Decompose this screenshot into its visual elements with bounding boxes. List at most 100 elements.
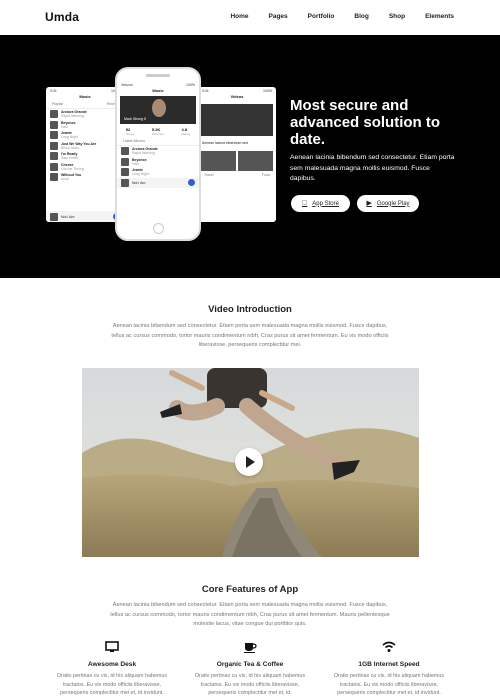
phone-screen-left: 9:41 100% Music Playlist Recent Arctura … <box>46 87 124 222</box>
features-section-title: Core Features of App <box>201 584 299 595</box>
brand-logo[interactable]: Umda <box>45 10 79 24</box>
album-thumbnail <box>50 141 58 150</box>
song-artist: Long Night <box>132 172 149 177</box>
list-item: Without You Avicii <box>46 172 124 183</box>
artist-name: Mark Strong II <box>124 117 146 121</box>
hero-description: Aenean lacinia bibendum sed consectetur.… <box>290 154 455 182</box>
song-artist: Avicii <box>61 177 70 182</box>
status-battery: 100% <box>186 83 195 87</box>
status-battery: 100% <box>263 89 272 93</box>
album-thumbnail <box>50 162 58 171</box>
video-caption: Aenean lacinia bibendum sed <box>202 141 248 146</box>
play-icon <box>245 456 255 468</box>
status-bar: 9:41 100% <box>46 87 124 94</box>
feature-text: Oratio pertinax cu vix, id his aliquam h… <box>333 673 445 696</box>
play-icon <box>188 179 195 187</box>
nav-item-portfolio[interactable]: Portfolio <box>308 13 335 20</box>
app-store-label: App Store <box>309 200 339 207</box>
phone-mockup-center: Verizon 100% Music Mark Strong II 52 Song… <box>115 67 201 241</box>
list-item: Cheese Out the Timing <box>46 162 124 173</box>
screen-title: Music <box>152 88 164 93</box>
desktop-icon <box>52 641 172 655</box>
app-store-button[interactable]:  App Store <box>291 195 350 212</box>
tag-food: Food <box>262 172 270 177</box>
feature-text: Oratio pertinax cu vix, id his aliquam h… <box>56 673 168 696</box>
google-play-button[interactable]: ▶ Google Play <box>357 195 419 212</box>
album-thumbnail <box>50 110 58 119</box>
site-header: Umda Home Pages Portfolio Blog Shop Elem… <box>0 0 500 35</box>
list-item: Jeanie Long Night <box>117 167 199 178</box>
screen-tabs: Playlist Recent <box>46 102 124 109</box>
video-grid <box>201 150 273 171</box>
nav-item-elements[interactable]: Elements <box>425 13 454 20</box>
list-item: Arctura Grande Rapid listening <box>117 146 199 157</box>
song-artist: Halo <box>61 124 69 129</box>
list-item: I'm Ready Sam Smith <box>46 151 124 162</box>
list-item: Beyonce Halo <box>46 120 124 131</box>
list-item: Arctura Grande Rapid listening <box>46 109 124 120</box>
song-artist: Rapid listening <box>132 151 155 156</box>
apple-icon:  <box>302 200 307 207</box>
now-playing-title: Not I Am <box>61 214 75 219</box>
screen-title: Music <box>79 94 91 99</box>
song-artist: Bruno Mars <box>61 145 80 150</box>
list-item: Beyonce Halo <box>117 157 199 168</box>
feature-awesome-desk: Awesome Desk Oratio pertinax cu vix, id … <box>52 641 172 698</box>
video-section-title: Video Introduction <box>208 304 292 315</box>
phone-home-button <box>153 223 164 234</box>
song-artist: Out the Timing <box>61 166 84 171</box>
feature-text: Oratio pertinax cu vix, id his aliquam h… <box>194 673 306 696</box>
video-thumbnail <box>201 150 236 171</box>
video-tags: Travel Food <box>198 173 276 180</box>
song-artist: Rapid listening <box>61 114 84 119</box>
hero-title: Most secure and advanced solution to dat… <box>290 97 441 148</box>
nav-item-home[interactable]: Home <box>230 13 248 20</box>
status-bar: Verizon 100% <box>117 81 199 88</box>
play-button[interactable] <box>235 448 263 476</box>
tab-playlist: Playlist <box>52 102 64 106</box>
song-artist: Long Night <box>61 135 78 140</box>
nav-item-shop[interactable]: Shop <box>389 13 405 20</box>
stat-songs: 52 Songs <box>125 127 135 136</box>
feature-title: Organic Tea & Coffee <box>216 661 284 668</box>
album-thumbnail <box>50 173 58 182</box>
wifi-icon <box>329 641 449 655</box>
status-time: 9:41 <box>50 89 57 93</box>
tag-travel: Travel <box>204 172 214 177</box>
status-time: 9:41 <box>202 89 209 93</box>
screen-title: Videos <box>230 94 244 99</box>
feature-title: 1GB Internet Speed <box>358 661 420 668</box>
list-label: Latest Albums <box>117 139 199 146</box>
phone-speaker <box>146 74 170 77</box>
video-thumbnail <box>201 104 273 136</box>
stat-rating: 4.8 Rating <box>181 127 191 136</box>
list-item: Just We Way You Are Bruno Mars <box>46 141 124 152</box>
artist-cover: Mark Strong II <box>120 96 196 124</box>
video-section-text: Aenean lacinia bibendum sed consectetur.… <box>111 323 389 348</box>
coffee-cup-icon <box>190 641 310 655</box>
google-play-icon: ▶ <box>366 200 372 207</box>
hero-section: 9:41 100% Music Playlist Recent Arctura … <box>0 35 500 278</box>
album-thumbnail <box>50 120 58 129</box>
album-thumbnail <box>121 157 129 166</box>
artist-avatar <box>152 99 166 117</box>
video-thumbnail <box>238 150 273 171</box>
mini-player: Not I Am <box>117 177 199 188</box>
nav-item-blog[interactable]: Blog <box>354 13 368 20</box>
song-artist: Sam Smith <box>61 156 79 161</box>
album-thumbnail <box>121 147 129 156</box>
list-item: Jeanie Long Night <box>46 130 124 141</box>
google-play-label: Google Play <box>376 200 410 207</box>
status-carrier: Verizon <box>121 83 133 87</box>
feature-title: Awesome Desk <box>87 661 137 668</box>
album-thumbnail <box>121 178 129 187</box>
nav-item-pages[interactable]: Pages <box>269 13 288 20</box>
mini-player: Not I Am <box>46 211 124 222</box>
feature-organic-tea-coffee: Organic Tea & Coffee Oratio pertinax cu … <box>190 641 310 698</box>
feature-internet-speed: 1GB Internet Speed Oratio pertinax cu vi… <box>329 641 449 698</box>
features-section-text: Aenean lacinia bibendum sed consectetur.… <box>110 602 390 627</box>
now-playing-title: Not I Am <box>132 180 146 185</box>
status-bar: 9:41 100% <box>198 87 276 94</box>
album-thumbnail <box>50 152 58 161</box>
phone-screen-right: 9:41 100% Videos Aenean lacinia bibendum… <box>198 87 276 222</box>
